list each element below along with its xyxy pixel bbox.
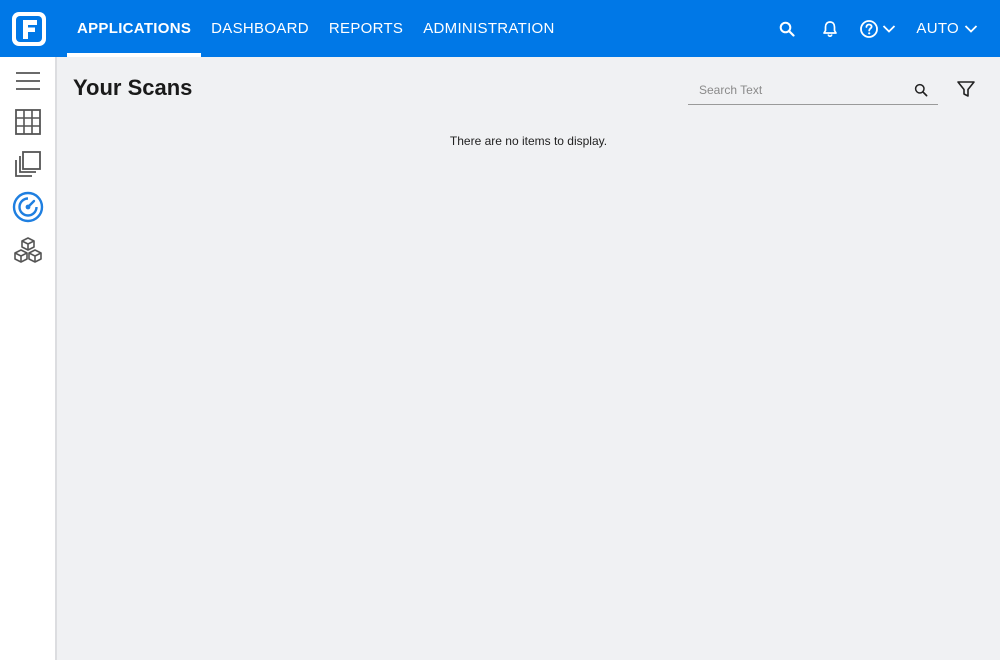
search-icon[interactable] [914, 83, 928, 97]
sidebar-item-scans[interactable] [12, 191, 44, 223]
grid-icon [15, 109, 41, 135]
nav-administration[interactable]: ADMINISTRATION [413, 0, 564, 57]
sidebar-item-grid[interactable] [12, 106, 44, 138]
help-menu-button[interactable] [859, 19, 896, 39]
left-sidebar [0, 57, 57, 660]
global-search-button[interactable] [779, 21, 795, 37]
search-input[interactable] [688, 76, 898, 103]
logo-icon [11, 11, 46, 46]
menu-icon [16, 72, 40, 90]
bell-icon [823, 20, 838, 37]
user-label: AUTO [916, 20, 959, 37]
copy-icon [15, 151, 41, 177]
app-logo[interactable] [0, 0, 57, 57]
nav-dashboard[interactable]: DASHBOARD [201, 0, 319, 57]
main-nav: APPLICATIONS DASHBOARD REPORTS ADMINISTR… [67, 0, 565, 57]
filter-icon[interactable] [956, 79, 976, 99]
sidebar-item-components[interactable] [12, 235, 44, 267]
page-title: Your Scans [73, 75, 193, 100]
chevron-down-icon [883, 24, 896, 33]
search-icon [780, 21, 795, 37]
sidebar-item-copies[interactable] [12, 148, 44, 180]
nav-reports[interactable]: REPORTS [319, 0, 413, 57]
scan-gauge-icon [12, 191, 44, 223]
main-content: Your Scans There are no items to display… [57, 57, 1000, 660]
notifications-button[interactable] [821, 20, 839, 38]
search-box [688, 75, 938, 105]
cubes-icon [14, 237, 42, 263]
sidebar-menu-toggle[interactable] [12, 65, 44, 97]
top-right-actions: AUTO [779, 0, 978, 57]
help-icon [860, 19, 879, 38]
empty-state-message: There are no items to display. [449, 134, 608, 148]
nav-applications[interactable]: APPLICATIONS [67, 0, 202, 57]
top-navigation-bar: APPLICATIONS DASHBOARD REPORTS ADMINISTR… [0, 0, 1000, 57]
user-menu-button[interactable]: AUTO [916, 20, 978, 37]
chevron-down-icon [964, 24, 978, 33]
